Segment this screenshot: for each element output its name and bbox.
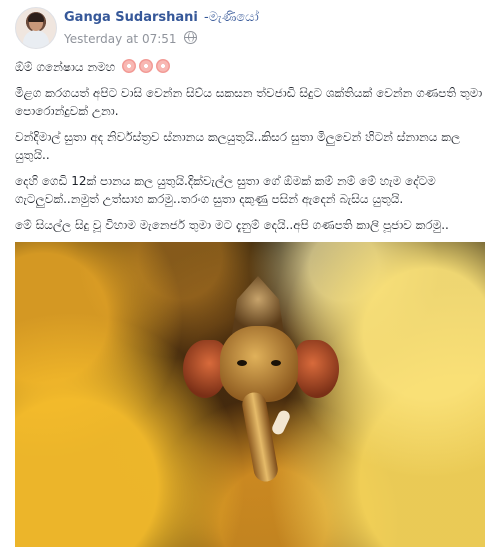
globe-icon[interactable] [184, 31, 198, 44]
idol-left-eye [237, 360, 247, 366]
paragraph-4: දෙහි ගෙඩි 12ක් පානය කල යුතුයි.දික්වැල්ල … [15, 174, 436, 206]
avatar-hair [28, 13, 44, 22]
avatar-body [23, 30, 49, 48]
author-suffix[interactable]: -මැණියෝ [204, 10, 259, 25]
paragraph-1-text: ඕම් ගනේෂාය නමහ [15, 60, 116, 74]
idol-face [220, 326, 298, 402]
ganesha-idol-image [175, 270, 345, 510]
author-name[interactable]: Ganga Sudarshani [64, 10, 198, 25]
paragraph-3: වන්දිමාල් සුතා අද නිර්වස්ත්‍රව ස්නානය කල… [15, 130, 461, 162]
idol-right-eye [271, 360, 281, 366]
paragraph-1: ඕම් ගනේෂාය නමහ [15, 58, 485, 76]
facebook-post: Ganga Sudarshani -මැණියෝ Yesterday at 07… [0, 0, 497, 547]
post-text: ඕම් ගනේෂාය නමහ මිළග කරගයත් අපිට වාසි වෙන… [15, 58, 485, 242]
author-avatar[interactable] [15, 7, 57, 49]
author-line: Ganga Sudarshani -මැණියෝ [64, 10, 259, 25]
paragraph-2: මිළග කරගයත් අපිට වාසි වෙන්න සිව්ය සකසන ත… [15, 86, 483, 118]
paragraph-5: මේ සියල්ල සිදු වූ විහාම මැනෙජර් තුමා මට … [15, 218, 449, 232]
idol-right-ear [295, 340, 339, 398]
cherry-blossom-icon [156, 59, 170, 73]
post-timestamp[interactable]: Yesterday at 07:51 [64, 32, 177, 46]
post-meta: Yesterday at 07:51 [64, 31, 198, 46]
post-image[interactable] [15, 242, 485, 547]
idol-tusk [270, 408, 292, 437]
cherry-blossom-icon [122, 59, 136, 73]
cherry-blossom-icon [139, 59, 153, 73]
post-header: Ganga Sudarshani -මැණියෝ Yesterday at 07… [15, 7, 487, 49]
idol-trunk [240, 390, 280, 484]
